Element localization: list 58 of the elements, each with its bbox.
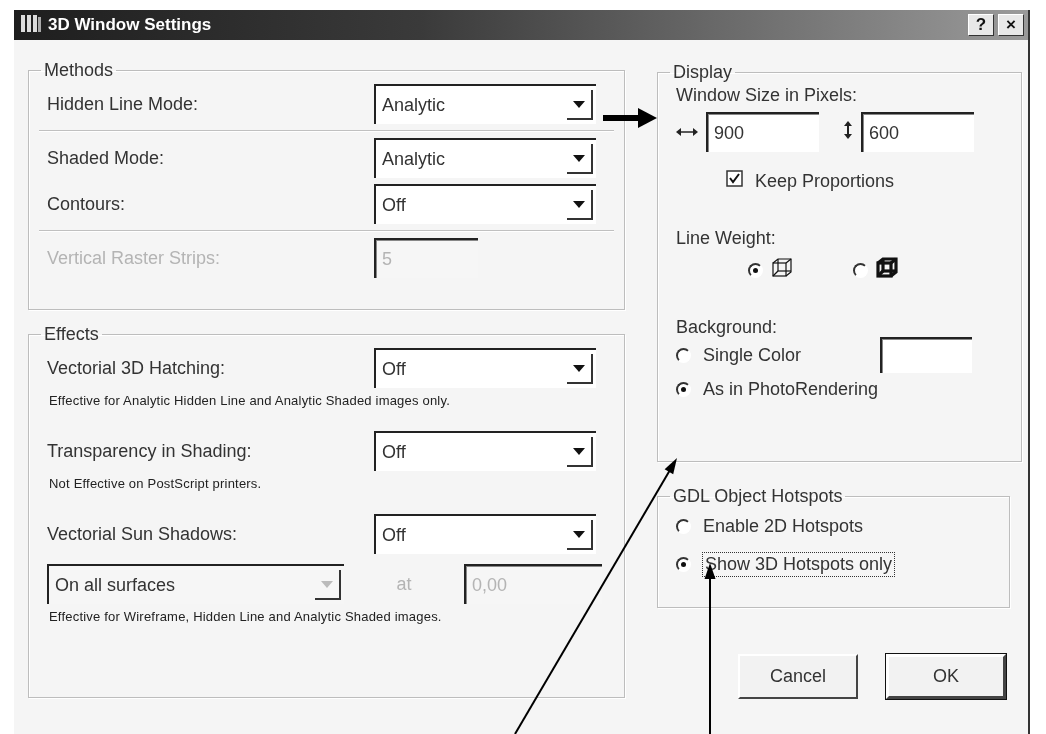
group-title: GDL Object Hotspots: [672, 486, 844, 507]
dropdown[interactable]: Off: [374, 348, 596, 388]
dropdown[interactable]: Off: [374, 184, 596, 224]
radio-label: As in PhotoRendering: [703, 378, 879, 400]
dropdown-arrow-icon: [321, 580, 333, 588]
radio-button[interactable]: [748, 262, 763, 278]
vertical-arrows-icon: [843, 121, 853, 139]
help-button[interactable]: ?: [968, 14, 994, 36]
field-label: Vectorial 3D Hatching:: [47, 357, 227, 379]
field-label: Transparency in Shading:: [47, 440, 253, 462]
group-title: Methods: [43, 60, 115, 81]
bold-cube-icon: [876, 257, 898, 279]
width-field[interactable]: 900: [706, 112, 819, 152]
field-label: Background:: [676, 317, 779, 338]
dropdown[interactable]: Off: [374, 514, 596, 554]
hint-text: Not Effective on PostScript printers.: [49, 476, 263, 491]
radio-button[interactable]: [676, 518, 691, 534]
radio-label: Show 3D Hotspots only: [703, 552, 895, 576]
dropdown-arrow-icon: [573, 364, 585, 372]
radio-button[interactable]: [676, 556, 691, 572]
field-label: Vectorial Sun Shadows:: [47, 523, 239, 545]
dropdown-arrow-icon: [573, 530, 585, 538]
thin-cube-icon: [771, 257, 793, 279]
app-icon: [20, 13, 42, 33]
field-label: at: [395, 573, 413, 595]
field-label: Shaded Mode:: [47, 147, 166, 169]
radio-label: Enable 2D Hotspots: [703, 515, 864, 537]
checkbox-label: Keep Proportions: [755, 170, 895, 192]
radio-button[interactable]: [853, 262, 868, 278]
window-title: 3D Window Settings: [48, 15, 213, 35]
dropdown[interactable]: Analytic: [374, 84, 596, 124]
dropdown-arrow-icon: [573, 200, 585, 208]
dropdown[interactable]: Analytic: [374, 138, 596, 178]
radio-label: Single Color: [703, 344, 803, 366]
dropdown-arrow-icon: [573, 447, 585, 455]
ok-button[interactable]: OK: [886, 654, 1006, 699]
field-label: Vertical Raster Strips:: [47, 247, 222, 269]
dropdown[interactable]: Off: [374, 431, 596, 471]
field-label: Hidden Line Mode:: [47, 93, 200, 115]
radio-button[interactable]: [676, 347, 691, 363]
dropdown[interactable]: On all surfaces: [47, 564, 344, 604]
hint-text: Effective for Analytic Hidden Line and Analytic Shaded images only.: [49, 393, 451, 408]
field-label: Line Weight:: [676, 228, 777, 249]
group-title: Display: [672, 62, 734, 83]
field-label: Window Size in Pixels:: [676, 85, 859, 106]
dropdown-arrow-icon: [573, 100, 585, 108]
height-field[interactable]: 600: [861, 112, 974, 152]
cancel-button[interactable]: Cancel: [738, 654, 858, 699]
color-swatch[interactable]: [880, 337, 972, 373]
group-title: Effects: [43, 324, 100, 345]
field-label: Contours:: [47, 193, 127, 215]
callout-arrow: [603, 108, 657, 128]
dropdown-arrow-icon: [573, 154, 585, 162]
close-button[interactable]: ×: [998, 14, 1024, 36]
checkbox[interactable]: [726, 170, 743, 187]
radio-button[interactable]: [676, 381, 691, 397]
horizontal-arrows-icon: [676, 127, 698, 137]
hint-text: Effective for Wireframe, Hidden Line and Analytic Shaded images.: [49, 609, 443, 624]
